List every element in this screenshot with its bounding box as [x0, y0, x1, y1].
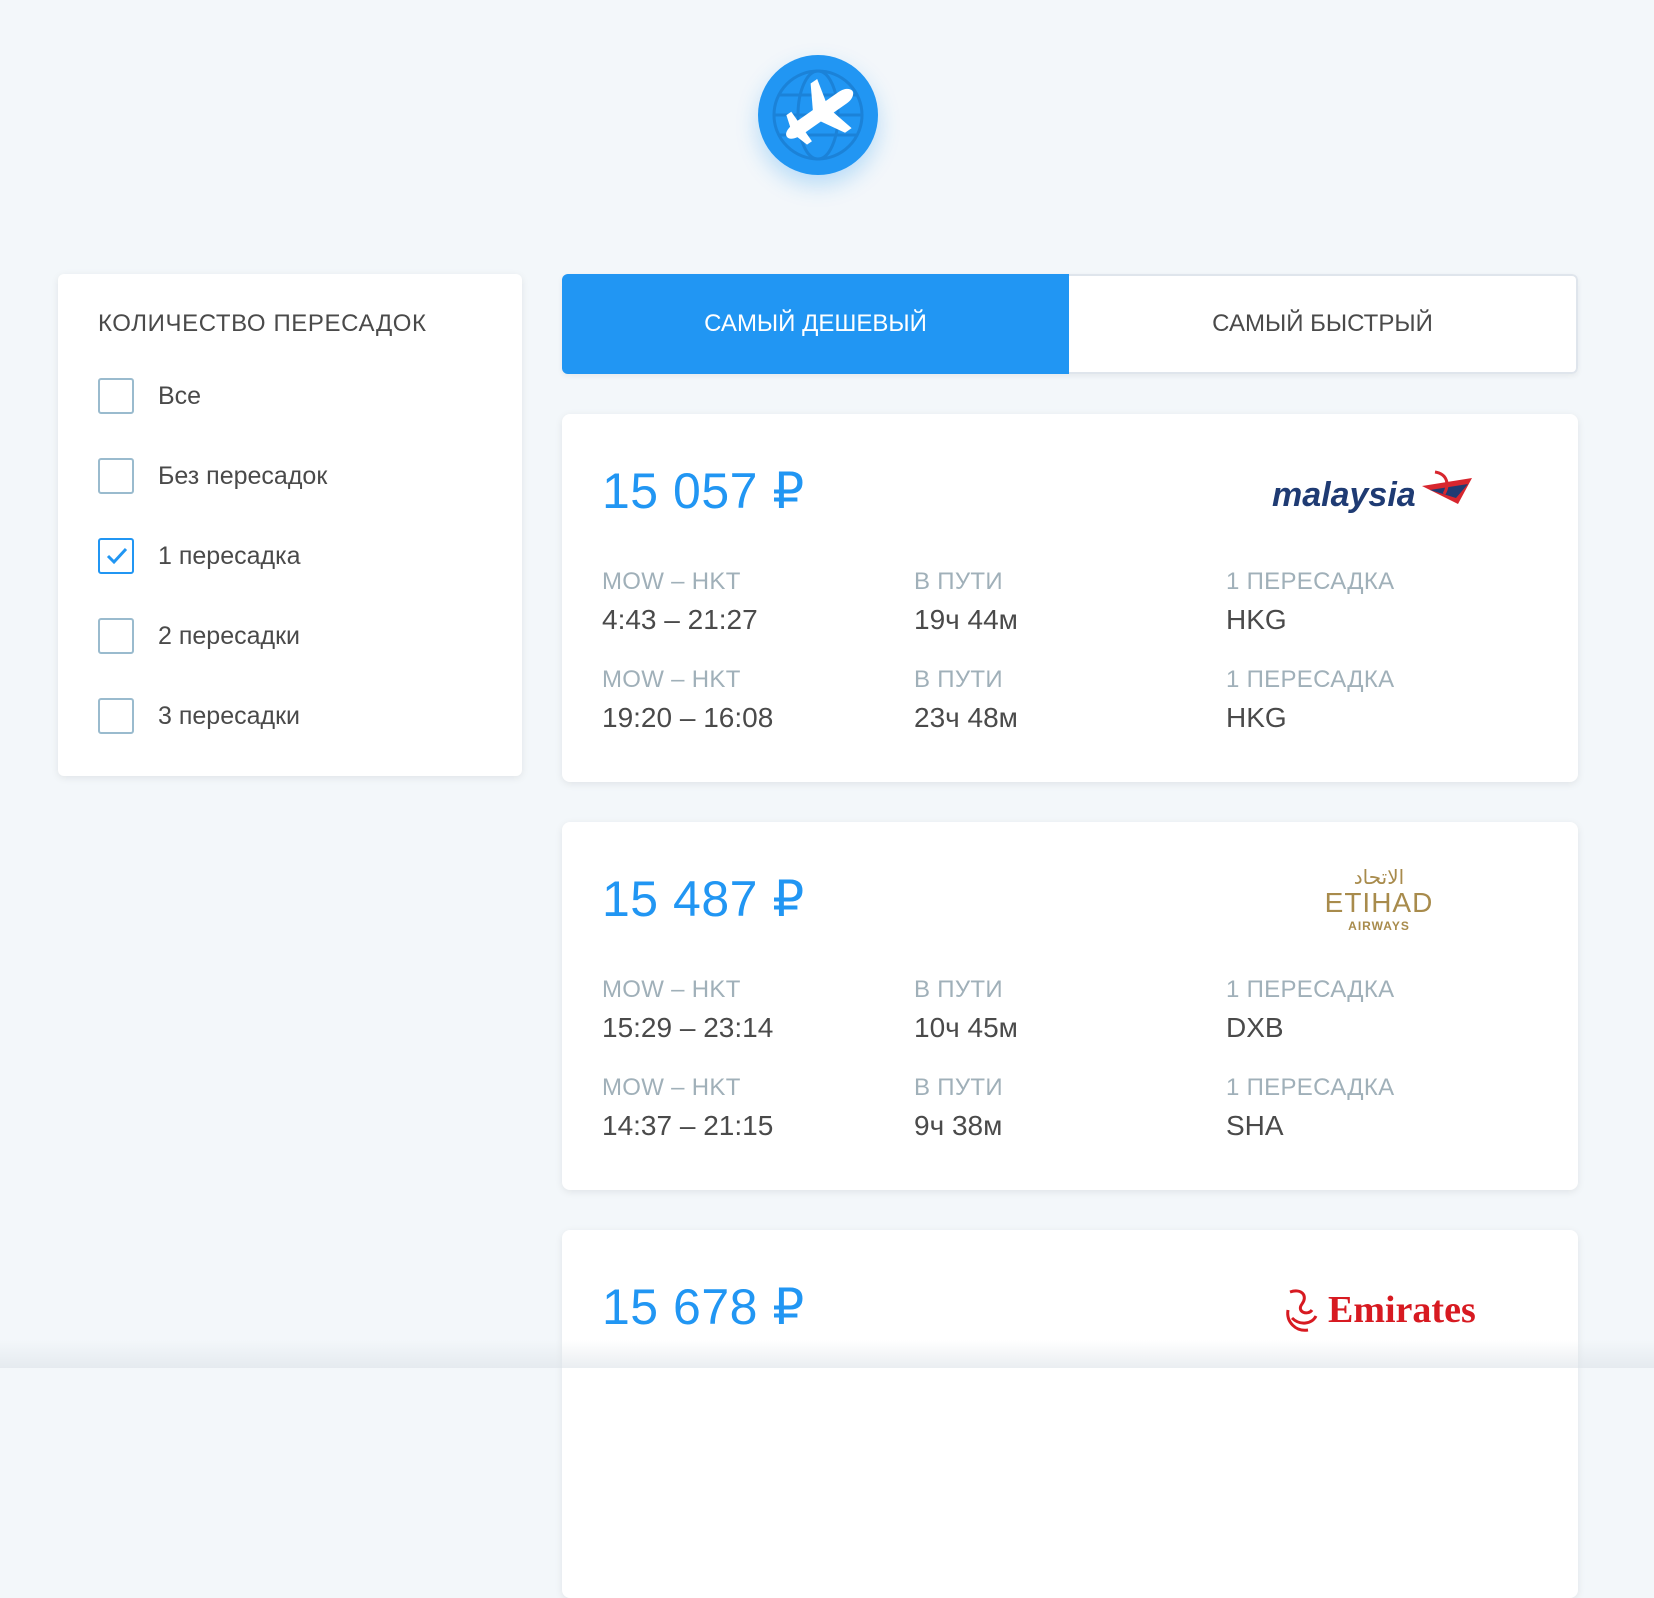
stops: HKG [1226, 702, 1287, 733]
checkbox-all[interactable] [98, 378, 134, 414]
airline-name: malaysia [1272, 476, 1416, 514]
airline-name: Emirates [1328, 1289, 1476, 1331]
route: MOW – HKT [602, 1074, 741, 1101]
emirates-logo-icon: Emirates [1286, 1289, 1476, 1332]
ticket-card[interactable]: 15 678 ₽ Emirates [562, 1230, 1578, 1598]
malaysia-airlines-logo-icon: malaysia [1272, 470, 1472, 514]
filter-option-1-stop[interactable]: 1 пересадка [98, 536, 300, 576]
duration-label: В ПУТИ [914, 976, 1003, 1003]
app-logo [758, 55, 878, 175]
filter-option-label: 3 пересадки [158, 701, 300, 730]
filter-option-label: 1 пересадка [158, 541, 301, 570]
ticket-price: 15 487 ₽ [602, 871, 805, 927]
filter-option-2-stops[interactable]: 2 пересадки [98, 616, 300, 656]
filter-option-label: Без пересадок [158, 461, 328, 490]
checkbox-3-stops[interactable] [98, 698, 134, 734]
filter-option-label: 2 пересадки [158, 621, 300, 650]
airline-logo-emirates: Emirates [1282, 1282, 1482, 1343]
filter-option-label: Все [158, 381, 202, 410]
flight-segment: MOW – HKT 4:43 – 21:27 В ПУТИ 19ч 44м 1 … [602, 568, 1542, 648]
stops: SHA [1226, 1110, 1284, 1141]
airline-sub: AIRWAYS [1348, 919, 1410, 933]
ticket-card[interactable]: 15 057 ₽ malaysia MOW – HKT 4:43 – 21:27… [562, 414, 1578, 782]
flight-segment: MOW – HKT 15:29 – 23:14 В ПУТИ 10ч 45м 1… [602, 976, 1542, 1056]
time: 4:43 – 21:27 [602, 604, 758, 635]
tab-fastest[interactable]: САМЫЙ БЫСТРЫЙ [1069, 274, 1578, 374]
duration: 23ч 48м [914, 702, 1018, 733]
tab-cheapest[interactable]: САМЫЙ ДЕШЕВЫЙ [562, 274, 1069, 374]
flight-segment: MOW – HKT 14:37 – 21:15 В ПУТИ 9ч 38м 1 … [602, 1074, 1542, 1154]
checkbox-1-stop[interactable] [98, 538, 134, 574]
flight-segment: MOW – HKT 19:20 – 16:08 В ПУТИ 23ч 48м 1… [602, 666, 1542, 746]
stops: HKG [1226, 604, 1287, 635]
airline-logo-etihad: الاتحاد ETIHAD AIRWAYS [1304, 862, 1454, 947]
duration-label: В ПУТИ [914, 666, 1003, 693]
etihad-airways-logo-icon: الاتحاد ETIHAD AIRWAYS [1325, 865, 1434, 933]
checkbox-2-stops[interactable] [98, 618, 134, 654]
airline-logo-malaysia: malaysia [1272, 464, 1482, 529]
airline-arabic-name: الاتحاد [1354, 865, 1404, 889]
duration: 10ч 45м [914, 1012, 1018, 1043]
filter-option-nonstop[interactable]: Без пересадок [98, 456, 327, 496]
ticket-card[interactable]: 15 487 ₽ الاتحاد ETIHAD AIRWAYS MOW – HK… [562, 822, 1578, 1190]
duration: 9ч 38м [914, 1110, 1003, 1141]
filter-option-all[interactable]: Все [98, 376, 201, 416]
route: MOW – HKT [602, 568, 741, 595]
filter-title: КОЛИЧЕСТВО ПЕРЕСАДОК [98, 310, 427, 337]
stops-label: 1 ПЕРЕСАДКА [1226, 568, 1395, 595]
stops-label: 1 ПЕРЕСАДКА [1226, 1074, 1395, 1101]
checkmark-icon [106, 547, 128, 565]
stops-label: 1 ПЕРЕСАДКА [1226, 666, 1395, 693]
ticket-price: 15 057 ₽ [602, 463, 805, 519]
duration-label: В ПУТИ [914, 1074, 1003, 1101]
filter-option-3-stops[interactable]: 3 пересадки [98, 696, 300, 736]
ticket-price: 15 678 ₽ [602, 1279, 805, 1335]
duration-label: В ПУТИ [914, 568, 1003, 595]
duration: 19ч 44м [914, 604, 1018, 635]
time: 19:20 – 16:08 [602, 702, 774, 733]
time: 15:29 – 23:14 [602, 1012, 774, 1043]
airline-name: ETIHAD [1325, 887, 1434, 918]
sort-tabs: САМЫЙ ДЕШЕВЫЙ САМЫЙ БЫСТРЫЙ [562, 274, 1578, 374]
route: MOW – HKT [602, 666, 741, 693]
plane-globe-icon [772, 69, 864, 161]
route: MOW – HKT [602, 976, 741, 1003]
checkbox-nonstop[interactable] [98, 458, 134, 494]
stops-filter-panel: КОЛИЧЕСТВО ПЕРЕСАДОК Все Без пересадок 1… [58, 274, 522, 776]
stops-label: 1 ПЕРЕСАДКА [1226, 976, 1395, 1003]
stops: DXB [1226, 1012, 1284, 1043]
time: 14:37 – 21:15 [602, 1110, 774, 1141]
